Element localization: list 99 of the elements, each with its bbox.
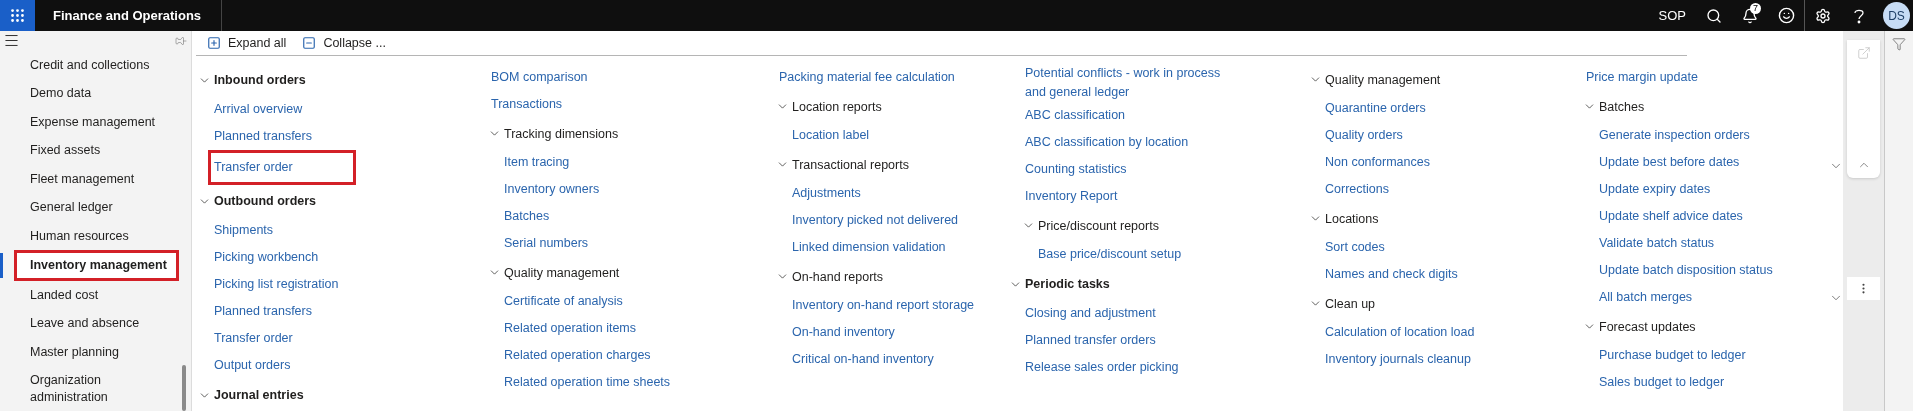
selection-bar <box>0 253 3 278</box>
menu-link[interactable]: Sales budget to ledger <box>1599 373 1725 392</box>
menu-link[interactable]: Purchase budget to ledger <box>1599 346 1746 365</box>
nav-item[interactable]: Demo data <box>14 79 180 108</box>
menu-link[interactable]: Base price/discount setup <box>1038 245 1182 264</box>
expand-all-button[interactable]: Expand all <box>207 36 287 50</box>
menu-link[interactable]: ABC classification by location <box>1025 133 1189 152</box>
menu-link[interactable]: Price margin update <box>1586 68 1698 87</box>
nav-item[interactable]: Fleet management <box>14 164 180 193</box>
nav-item[interactable]: Credit and collections <box>14 50 180 79</box>
menu-link[interactable]: BOM comparison <box>491 68 588 87</box>
pin-icon[interactable] <box>175 34 187 47</box>
menu-link[interactable]: Output orders <box>214 356 291 375</box>
bell-icon <box>1742 7 1758 24</box>
menu-link[interactable]: Generate inspection orders <box>1599 126 1750 145</box>
menu-link[interactable]: Related operation items <box>504 319 637 338</box>
notification-count: 7 <box>1750 3 1761 14</box>
section-heading: Clean up <box>1325 296 1376 311</box>
nav-item[interactable]: Landed cost <box>14 280 180 309</box>
section-heading: Periodic tasks <box>1025 277 1110 291</box>
menu-link[interactable]: Certificate of analysis <box>504 292 623 311</box>
menu-link[interactable]: Counting statistics <box>1025 160 1127 179</box>
menu-link[interactable]: Planned transfers <box>214 127 312 146</box>
menu-link[interactable]: All batch merges <box>1599 288 1693 307</box>
app-launcher-button[interactable] <box>0 0 35 31</box>
nav-item[interactable]: Human resources <box>14 221 180 250</box>
section-heading: Transactional reports <box>792 157 909 172</box>
nav-item[interactable]: Fixed assets <box>14 136 180 165</box>
collapse-button[interactable]: Collapse ... <box>302 36 386 50</box>
menu-link[interactable]: Transfer order <box>208 150 356 185</box>
nav-item[interactable]: Master planning <box>14 337 180 366</box>
section-heading: Journal entries <box>214 388 304 402</box>
filter-icon[interactable] <box>1892 37 1906 51</box>
section-heading: Batches <box>1599 99 1645 114</box>
menu-link[interactable]: Location label <box>792 126 870 145</box>
nav-item[interactable]: Organization administration <box>14 366 180 411</box>
smiley-icon <box>1777 7 1795 24</box>
menu-link[interactable]: Shipments <box>214 221 274 240</box>
menu-link[interactable]: Related operation time sheets <box>504 373 671 392</box>
menu-link[interactable]: Names and check digits <box>1325 265 1458 284</box>
nav-item[interactable]: Expense management <box>14 107 180 136</box>
menu-link[interactable]: Adjustments <box>792 184 861 203</box>
user-avatar[interactable]: DS <box>1883 2 1910 29</box>
menu-link[interactable]: Linked dimension validation <box>792 238 946 257</box>
plus-square-icon <box>207 36 221 50</box>
menu-link[interactable]: Item tracing <box>504 153 570 172</box>
menu-link[interactable]: Inventory journals cleanup <box>1325 350 1471 369</box>
menu-link[interactable]: Picking list registration <box>214 275 339 294</box>
menu-link[interactable]: Inventory picked not delivered <box>792 211 959 230</box>
notifications-button[interactable]: 7 <box>1732 0 1768 31</box>
menu-link[interactable]: Packing material fee calculation <box>779 68 955 87</box>
section-heading: Tracking dimensions <box>504 126 619 141</box>
grid-icon <box>9 7 26 24</box>
section-heading: Outbound orders <box>214 194 317 208</box>
section-heading: Quality management <box>504 265 620 280</box>
popout-icon[interactable] <box>1856 46 1871 60</box>
menu-link[interactable]: Quarantine orders <box>1325 99 1426 118</box>
menu-link[interactable]: Planned transfer orders <box>1025 331 1156 350</box>
menu-link[interactable]: Planned transfers <box>214 302 312 321</box>
section-heading: Location reports <box>792 99 882 114</box>
nav-item[interactable]: Leave and absence <box>14 309 180 338</box>
menu-link[interactable]: Transactions <box>491 95 563 114</box>
menu-link[interactable]: Validate batch status <box>1599 234 1715 253</box>
section-heading: On-hand reports <box>792 269 884 284</box>
menu-link[interactable]: Inventory on-hand report storage <box>792 296 975 315</box>
section-heading: Locations <box>1325 211 1379 226</box>
menu-link[interactable]: Picking workbench <box>214 248 319 267</box>
menu-link[interactable]: Inventory owners <box>504 180 600 199</box>
company-selector[interactable]: SOP <box>1648 8 1696 23</box>
nav-item[interactable]: General ledger <box>14 193 180 222</box>
menu-link[interactable]: Quality orders <box>1325 126 1403 145</box>
minus-square-icon <box>302 36 317 50</box>
menu-link[interactable]: Update expiry dates <box>1599 180 1711 199</box>
section-heading: Forecast updates <box>1599 319 1696 334</box>
menu-link[interactable]: Corrections <box>1325 180 1389 199</box>
help-icon <box>1853 7 1865 24</box>
menu-link[interactable]: Sort codes <box>1325 238 1385 257</box>
menu-link[interactable]: Non conformances <box>1325 153 1430 172</box>
menu-link[interactable]: ABC classification <box>1025 106 1126 125</box>
menu-link[interactable]: Critical on-hand inventory <box>792 350 934 369</box>
menu-link[interactable]: Transfer order <box>214 329 293 348</box>
menu-link[interactable]: Potential conflicts - work in process and general ledger <box>1025 64 1225 102</box>
menu-link[interactable]: Arrival overview <box>214 100 303 119</box>
section-heading: Inbound orders <box>214 73 306 87</box>
search-icon <box>1706 7 1722 24</box>
menu-link[interactable]: Batches <box>504 207 550 226</box>
menu-link[interactable]: Closing and adjustment <box>1025 304 1156 323</box>
menu-link[interactable]: Update best before dates <box>1599 153 1740 172</box>
menu-link[interactable]: Calculation of location load <box>1325 323 1475 342</box>
section-heading: Price/discount reports <box>1038 218 1159 233</box>
menu-link[interactable]: Update shelf advice dates <box>1599 207 1743 226</box>
menu-link[interactable]: Release sales order picking <box>1025 358 1179 377</box>
menu-link[interactable]: Related operation charges <box>504 346 651 365</box>
menu-link[interactable]: Inventory Report <box>1025 187 1118 206</box>
menu-link[interactable]: Update batch disposition status <box>1599 261 1773 280</box>
settings-icon <box>1815 7 1831 24</box>
section-heading: Quality management <box>1325 72 1441 87</box>
menu-link[interactable]: Serial numbers <box>504 234 589 253</box>
menu-link[interactable]: On-hand inventory <box>792 323 895 342</box>
